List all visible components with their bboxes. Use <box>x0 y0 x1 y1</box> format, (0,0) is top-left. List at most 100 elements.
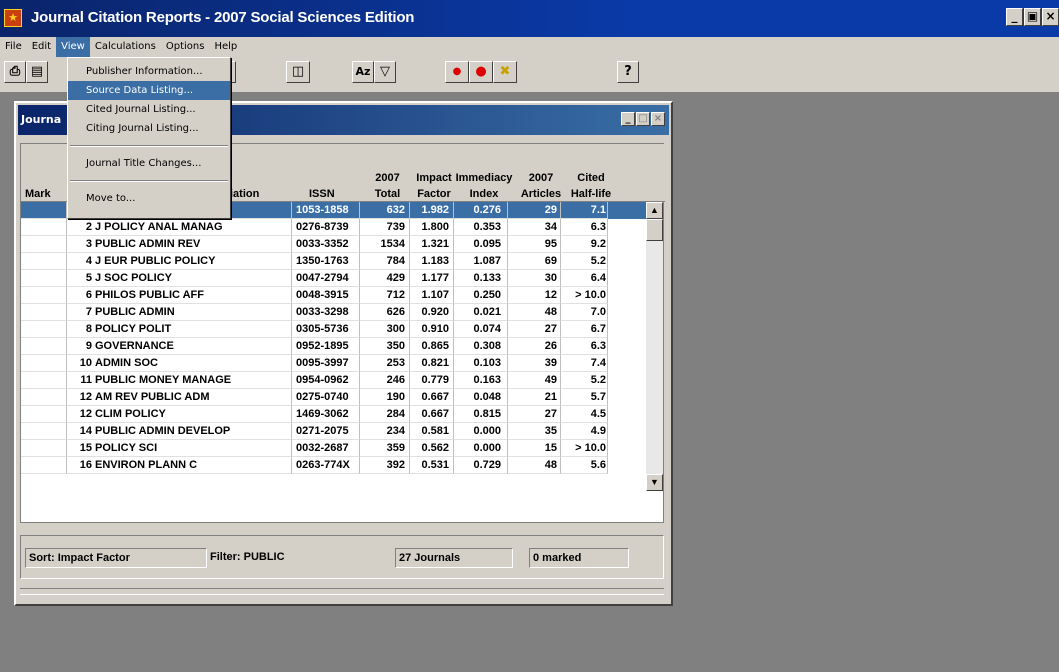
immediacy-index: 0.048 <box>454 389 508 406</box>
article-count: 26 <box>508 338 561 355</box>
menu-view[interactable]: View <box>56 37 90 57</box>
child-close-button[interactable]: × <box>651 112 665 126</box>
table-row[interactable]: 11 PUBLIC MONEY MANAGE 0954-0962 246 0.779 0.… <box>21 372 646 389</box>
col-impact-factor-header[interactable]: Impact Factor <box>410 170 458 202</box>
col-half-life-header[interactable]: Cited Half-life <box>567 170 615 202</box>
immediacy-index: 0.095 <box>454 236 508 253</box>
jcr-app-icon[interactable]: ★ <box>4 9 22 27</box>
col-abbr-header[interactable]: iation <box>230 186 259 202</box>
menu-cited-journal-listing[interactable]: Cited Journal Listing... <box>68 100 230 119</box>
table-row[interactable]: 9 GOVERNANCE 0952-1895 350 0.865 0.308 26 6.3 <box>21 338 646 355</box>
row-mark-cell[interactable] <box>21 440 67 457</box>
table-row[interactable]: 2J POLICY ANAL MANAG 0276-8739 739 1.800 0.3… <box>21 219 646 236</box>
row-mark-cell[interactable] <box>21 372 67 389</box>
immediacy-index: 0.729 <box>454 457 508 474</box>
record-icon[interactable]: ● <box>469 61 493 83</box>
total-cites: 190 <box>360 389 410 406</box>
total-cites: 350 <box>360 338 410 355</box>
menu-file[interactable]: File <box>0 37 27 57</box>
mark-icon[interactable]: ● <box>445 61 469 83</box>
impact-factor: 0.821 <box>410 355 454 372</box>
table-row[interactable]: 4J EUR PUBLIC POLICY 1350-1763 784 1.183 1.0… <box>21 253 646 270</box>
col-mark-header[interactable]: Mark <box>25 186 51 202</box>
impact-factor: 1.982 <box>410 202 454 219</box>
menu-publisher-information[interactable]: Publisher Information... <box>68 62 230 81</box>
impact-factor: 0.581 <box>410 423 454 440</box>
row-mark-cell[interactable] <box>21 457 67 474</box>
row-mark-cell[interactable] <box>21 236 67 253</box>
menu-move-to[interactable]: Move to... <box>68 189 230 208</box>
row-mark-cell[interactable] <box>21 389 67 406</box>
row-mark-cell[interactable] <box>21 406 67 423</box>
row-mark-cell[interactable] <box>21 270 67 287</box>
col-half-life-label-2: Half-life <box>570 188 612 200</box>
window-controls: _ ▣ × <box>1006 8 1059 26</box>
article-count: 12 <box>508 287 561 304</box>
scroll-up-icon[interactable]: ▲ <box>646 202 663 219</box>
row-mark-cell[interactable] <box>21 304 67 321</box>
total-cites: 392 <box>360 457 410 474</box>
table-row[interactable]: 14 PUBLIC ADMIN DEVELOP 0271-2075 234 0.581 0… <box>21 423 646 440</box>
menu-citing-journal-listing[interactable]: Citing Journal Listing... <box>68 119 230 138</box>
table-row[interactable]: 16 ENVIRON PLANN C 0263-774X 392 0.531 0.729 4… <box>21 457 646 474</box>
col-articles-header[interactable]: 2007 Articles <box>515 170 567 202</box>
total-cites: 626 <box>360 304 410 321</box>
filter-icon[interactable]: ▽ <box>374 61 396 83</box>
save-icon[interactable]: ▤ <box>26 61 48 83</box>
table-row[interactable]: 3 PUBLIC ADMIN REV 0033-3352 1534 1.321 0.095… <box>21 236 646 253</box>
scroll-thumb[interactable] <box>646 219 663 241</box>
col-immediacy-header[interactable]: Immediacy Index <box>454 170 514 202</box>
table-row[interactable]: 5J SOC POLICY 0047-2794 429 1.177 0.133 30 6.4 <box>21 270 646 287</box>
restore-button[interactable]: ▣ <box>1024 8 1041 26</box>
col-articles-label: Articles <box>520 188 562 200</box>
table-row[interactable]: 12 CLIM POLICY 1469-3062 284 0.667 0.815 27 4.5 <box>21 406 646 423</box>
immediacy-index: 0.133 <box>454 270 508 287</box>
child-minimize-button[interactable]: _ <box>621 112 635 126</box>
menu-journal-title-changes[interactable]: Journal Title Changes... <box>68 154 230 173</box>
row-rank: 10 <box>67 355 93 372</box>
journal-abbreviation: POLICY POLIT <box>93 321 292 338</box>
menu-help[interactable]: Help <box>209 37 242 57</box>
sort-az-icon[interactable]: Az <box>352 61 374 83</box>
row-mark-cell[interactable] <box>21 287 67 304</box>
row-rank: 15 <box>67 440 93 457</box>
status-area: Sort: Impact Factor Filter: PUBLIC 27 Jo… <box>20 535 664 579</box>
total-cites: 253 <box>360 355 410 372</box>
immediacy-index: 0.815 <box>454 406 508 423</box>
table-row[interactable]: 8 POLICY POLIT 0305-5736 300 0.910 0.074 27 6.7 <box>21 321 646 338</box>
menu-calculations[interactable]: Calculations <box>90 37 161 57</box>
menu-options[interactable]: Options <box>161 37 210 57</box>
row-mark-cell[interactable] <box>21 219 67 236</box>
table-row[interactable]: 10 ADMIN SOC 0095-3997 253 0.821 0.103 39 7.4 <box>21 355 646 372</box>
help-icon[interactable]: ? <box>617 61 639 83</box>
total-cites: 234 <box>360 423 410 440</box>
journal-abbreviation: GOVERNANCE <box>93 338 292 355</box>
col-issn-header[interactable]: ISSN <box>309 186 335 202</box>
cited-half-life: 6.4 <box>561 270 608 287</box>
table-row[interactable]: 15 POLICY SCI 0032-2687 359 0.562 0.000 15 > 10… <box>21 440 646 457</box>
row-mark-cell[interactable] <box>21 338 67 355</box>
menu-edit[interactable]: Edit <box>27 37 56 57</box>
row-mark-cell[interactable] <box>21 423 67 440</box>
scroll-down-icon[interactable]: ▼ <box>646 474 663 491</box>
child-maximize-button[interactable]: □ <box>636 112 650 126</box>
menu-source-data-listing[interactable]: Source Data Listing... <box>68 81 230 100</box>
journal-issn: 0305-5736 <box>292 321 360 338</box>
window-icon[interactable]: ◫ <box>286 61 310 83</box>
immediacy-index: 0.000 <box>454 440 508 457</box>
table-row[interactable]: 7 PUBLIC ADMIN 0033-3298 626 0.920 0.021 48 7.0 <box>21 304 646 321</box>
clear-marks-icon[interactable]: ✖ <box>493 61 517 83</box>
row-mark-cell[interactable] <box>21 253 67 270</box>
table-row[interactable]: 6 PHILOS PUBLIC AFF 0048-3915 712 1.107 0.250… <box>21 287 646 304</box>
table-row[interactable]: 12 AM REV PUBLIC ADM 0275-0740 190 0.667 0.04… <box>21 389 646 406</box>
journal-issn: 0048-3915 <box>292 287 360 304</box>
cited-half-life: > 10.0 <box>561 287 608 304</box>
close-button[interactable]: × <box>1042 8 1059 26</box>
vertical-scrollbar[interactable]: ▲ ▼ <box>646 202 663 491</box>
row-mark-cell[interactable] <box>21 202 67 219</box>
minimize-button[interactable]: _ <box>1006 8 1023 26</box>
row-mark-cell[interactable] <box>21 321 67 338</box>
row-mark-cell[interactable] <box>21 355 67 372</box>
row-rank: 11 <box>67 372 93 389</box>
print-icon[interactable]: ⎙ <box>4 61 26 83</box>
